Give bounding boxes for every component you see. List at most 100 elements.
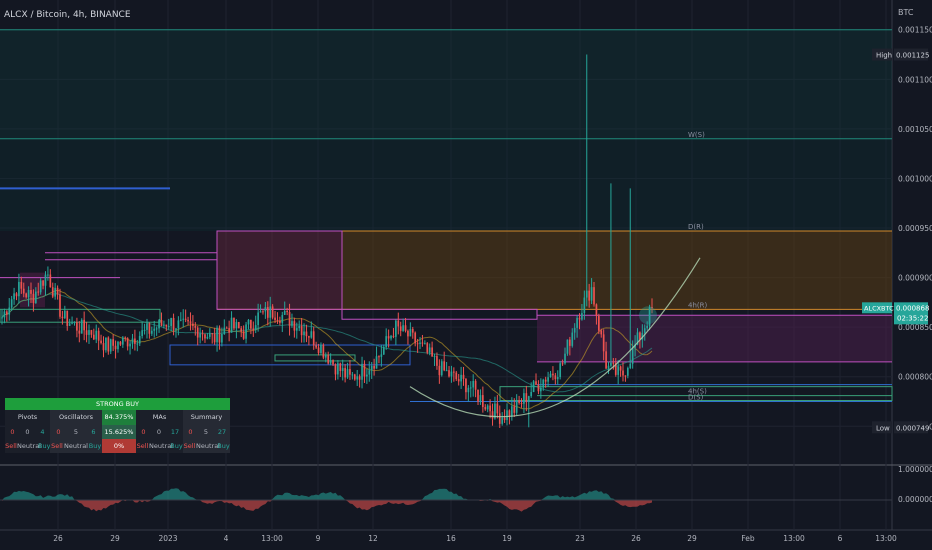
candle-body bbox=[187, 319, 189, 322]
group-name-oscillators: Oscillators bbox=[50, 410, 102, 425]
chart-title: ALCX / Bitcoin, 4h, BINANCE bbox=[4, 10, 131, 20]
candle-body bbox=[242, 331, 245, 339]
candle-body bbox=[199, 333, 201, 338]
candle-body bbox=[409, 328, 412, 337]
candle-body bbox=[511, 406, 513, 417]
candle-body bbox=[71, 322, 73, 324]
candle-body bbox=[114, 345, 117, 350]
candle-body bbox=[269, 306, 272, 318]
candle-body bbox=[397, 320, 400, 327]
mas-buy-count: 17 bbox=[170, 428, 180, 436]
candle-body bbox=[556, 376, 559, 380]
candle-body bbox=[462, 374, 465, 379]
candle-body bbox=[150, 330, 153, 334]
candle-body bbox=[469, 387, 472, 389]
y-tick-label: 0.001100 bbox=[898, 75, 932, 84]
candle-body bbox=[42, 280, 44, 286]
candle-body bbox=[170, 318, 172, 327]
candle-body bbox=[361, 363, 363, 380]
candle-body bbox=[49, 274, 52, 288]
candle-body bbox=[457, 379, 460, 382]
candle-body bbox=[363, 363, 366, 377]
candle-body bbox=[218, 327, 221, 343]
osc-sell-count: 0 bbox=[56, 428, 61, 436]
candle-body bbox=[37, 291, 40, 293]
x-tick-label: 2023 bbox=[158, 534, 177, 543]
candle-body bbox=[85, 330, 88, 335]
symbol-tag-label: ALCXBTC bbox=[864, 304, 894, 312]
candle-body bbox=[426, 343, 429, 353]
candle-body bbox=[610, 362, 612, 366]
candle-body bbox=[27, 290, 30, 298]
candle-body bbox=[573, 327, 576, 333]
candle-body bbox=[399, 326, 402, 331]
group-name-pivots: Pivots bbox=[5, 410, 50, 425]
weekly-zone bbox=[0, 29, 892, 139]
candle-body bbox=[508, 410, 511, 417]
osc-neutral-label: Neutral bbox=[64, 442, 88, 450]
candle-body bbox=[167, 326, 170, 328]
candle-body bbox=[431, 347, 433, 357]
candle-body bbox=[22, 288, 25, 294]
candle-body bbox=[228, 328, 230, 333]
candle-body bbox=[515, 400, 518, 413]
candle-body bbox=[370, 365, 373, 371]
candle-body bbox=[257, 312, 259, 326]
candle-body bbox=[245, 324, 247, 339]
candle-body bbox=[474, 380, 477, 390]
candle-body bbox=[496, 403, 499, 414]
candle-body bbox=[312, 331, 315, 346]
x-tick-label: 26 bbox=[631, 534, 641, 543]
candle-body bbox=[411, 328, 414, 333]
pct-neutral: 15.625% bbox=[102, 425, 136, 439]
candle-body bbox=[175, 328, 177, 330]
candle-body bbox=[554, 375, 557, 380]
y-tick-label: 0.000900 bbox=[898, 274, 932, 283]
x-tick-label: 13:00 bbox=[875, 534, 897, 543]
tag-value: 0.001125 bbox=[896, 52, 929, 60]
candle-body bbox=[179, 319, 182, 321]
candle-body bbox=[68, 323, 71, 326]
candle-body bbox=[646, 325, 649, 329]
candle-body bbox=[216, 327, 218, 343]
candle-body bbox=[201, 333, 204, 335]
orange-zone bbox=[342, 231, 892, 310]
candle-body bbox=[305, 331, 308, 337]
candle-body bbox=[102, 343, 105, 351]
candle-body bbox=[223, 327, 226, 334]
candle-body bbox=[559, 363, 562, 377]
candle-body bbox=[581, 313, 583, 320]
candle-body bbox=[192, 323, 194, 326]
candle-body bbox=[288, 312, 291, 326]
candle-body bbox=[489, 405, 491, 412]
tag-value: 0.000749 bbox=[896, 424, 929, 432]
candle-body bbox=[380, 354, 383, 357]
candle-body bbox=[240, 328, 243, 332]
tag-label: High bbox=[876, 52, 892, 60]
y-tick-label: 0.000950 bbox=[898, 224, 932, 233]
candle-body bbox=[339, 363, 342, 371]
candle-body bbox=[523, 393, 525, 404]
candle-body bbox=[602, 334, 605, 352]
osc-sell-label: Sell bbox=[51, 442, 63, 450]
summary-buy-label: Buy bbox=[217, 442, 230, 450]
tag-label: Low bbox=[876, 424, 890, 432]
candle-body bbox=[230, 317, 233, 333]
candle-body bbox=[153, 328, 156, 331]
candle-body bbox=[20, 281, 23, 289]
candle-body bbox=[322, 344, 325, 358]
candle-body bbox=[617, 366, 620, 375]
pivots-buy-count: 4 bbox=[40, 428, 45, 436]
candle-body bbox=[259, 311, 262, 313]
candle-body bbox=[225, 327, 228, 329]
candle-body bbox=[368, 370, 371, 375]
candle-body bbox=[629, 363, 632, 368]
candle-body bbox=[486, 405, 489, 410]
candle-body bbox=[10, 299, 13, 308]
pct-sell: 0% bbox=[102, 439, 136, 453]
level-label: D(R) bbox=[688, 223, 704, 231]
candle-body bbox=[117, 341, 119, 350]
candle-body bbox=[34, 291, 37, 304]
level-label: 4h(R) bbox=[688, 301, 707, 309]
price-chart[interactable]: W(S)D(R)4h(R)4h(S)D(S) 1.0000000.000000 … bbox=[0, 0, 932, 550]
